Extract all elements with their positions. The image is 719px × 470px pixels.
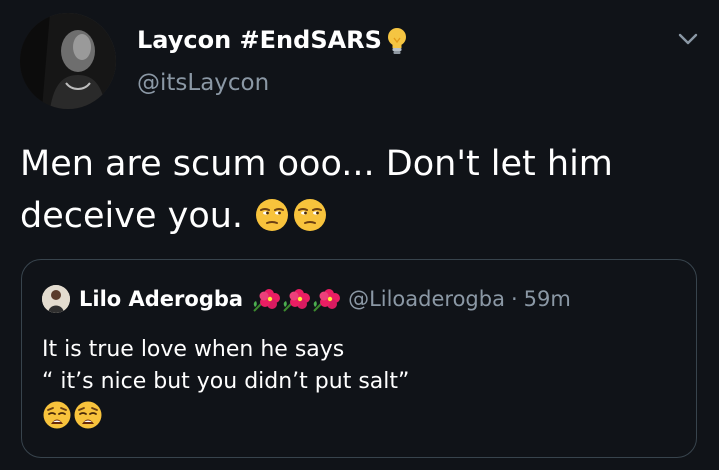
- unamused-face-icon: [256, 199, 289, 231]
- quoted-name-decorations: [250, 285, 341, 313]
- quoted-tweet-card[interactable]: Lilo Aderogba @Liloaderogba · 59m It is …: [21, 259, 697, 458]
- quoted-author-handle[interactable]: @Liloaderogba: [348, 287, 505, 311]
- author-handle[interactable]: @itsLaycon: [137, 70, 269, 96]
- tweet-text-line: Men are scum ooo... Don't let him: [20, 144, 613, 184]
- weary-face-icon: [74, 401, 102, 429]
- quoted-tweet-time[interactable]: 59m: [524, 287, 571, 311]
- hibiscus-icon: [253, 289, 281, 312]
- light-bulb-icon: [388, 28, 406, 54]
- unamused-face-icon: [294, 199, 327, 231]
- quoted-text-line: It is true love when he says: [42, 337, 345, 362]
- quoted-emojis: [42, 400, 409, 434]
- tweet-text-line: deceive you.: [20, 190, 700, 242]
- quoted-author-avatar[interactable]: [42, 285, 70, 313]
- author-avatar[interactable]: [20, 13, 116, 109]
- quoted-tweet-text: It is true love when he says “ it’s nice…: [42, 334, 409, 434]
- separator-dot: ·: [510, 287, 518, 311]
- tweet-text-line-content: deceive you.: [20, 196, 244, 236]
- author-display-name[interactable]: Laycon #EndSARS: [137, 26, 382, 54]
- quoted-tweet-header: Lilo Aderogba @Liloaderogba · 59m: [42, 284, 571, 314]
- tweet-text: Men are scum ooo... Don't let him deceiv…: [20, 138, 700, 242]
- hibiscus-icon: [283, 289, 311, 312]
- quoted-author-name[interactable]: Lilo Aderogba: [79, 287, 243, 311]
- chevron-down-icon[interactable]: [678, 32, 698, 46]
- quoted-text-line: “ it’s nice but you didn’t put salt”: [42, 369, 410, 394]
- hibiscus-icon: [313, 289, 341, 312]
- weary-face-icon: [43, 401, 71, 429]
